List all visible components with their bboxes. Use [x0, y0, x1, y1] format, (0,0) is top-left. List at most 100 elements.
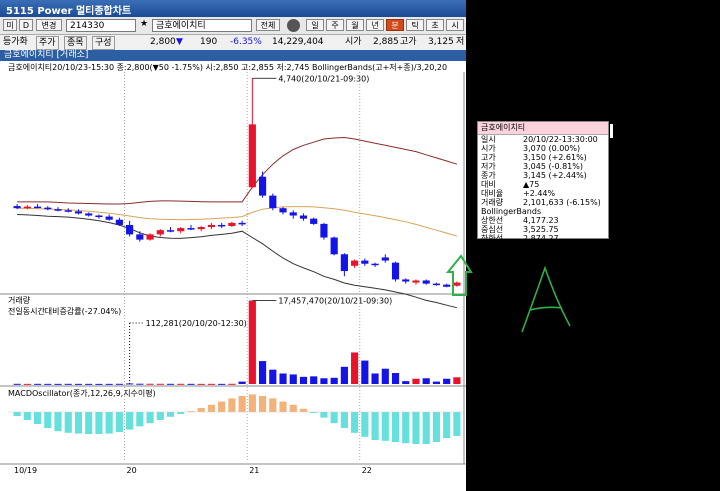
- macd-bar-43: [453, 412, 461, 436]
- handwritten-a-stroke: [521, 265, 571, 333]
- volume-bar-31: [330, 377, 338, 384]
- volume-bar-14: [156, 383, 164, 385]
- macd-bar-34: [361, 412, 369, 437]
- gear-icon[interactable]: [287, 19, 300, 32]
- candle-29: [310, 218, 318, 224]
- x-axis-label-0: 10/19: [14, 466, 37, 475]
- volume-max-label: 17,457,470(20/10/21-09:30): [278, 297, 392, 306]
- macd-bar-8: [95, 412, 103, 434]
- period-tab-5[interactable]: 틱: [406, 19, 424, 31]
- candle-32: [340, 254, 348, 272]
- price-cell-1[interactable]: 주가: [36, 36, 59, 50]
- chart-area[interactable]: 금호에이치티 [거래소] 금호에이치티20/10/23-15:30 종:2,80…: [0, 50, 466, 491]
- high-value: 3,125: [428, 37, 454, 47]
- volume-bar-40: [422, 378, 430, 384]
- menu-button[interactable]: 미: [3, 19, 17, 31]
- candle-35: [371, 263, 379, 266]
- volume-bar-2: [33, 383, 42, 385]
- stock-name-field[interactable]: 금호에이치티: [152, 19, 252, 32]
- candle-26: [279, 208, 287, 213]
- candle-20: [218, 224, 226, 227]
- candle-13: [146, 234, 154, 240]
- candle-7: [85, 213, 93, 216]
- macd-bar-2: [33, 412, 42, 424]
- candle-4: [54, 209, 62, 211]
- macd-bar-36: [381, 412, 389, 441]
- candle-9: [105, 216, 113, 220]
- toolbar: 미 D 변경 214330 ★ 금호에이치티 전체 일주월년분틱초시: [0, 17, 466, 35]
- candle-37: [391, 262, 400, 280]
- change-button[interactable]: 변경: [36, 19, 62, 31]
- all-button[interactable]: 전체: [256, 19, 280, 31]
- candle-43: [453, 282, 461, 286]
- volume-bar-15: [166, 383, 175, 385]
- macd-bar-27: [289, 404, 297, 412]
- volume-bar-0: [13, 383, 21, 385]
- volume-bar-9: [105, 383, 113, 385]
- candle-5: [64, 210, 72, 212]
- candle-42: [443, 284, 451, 287]
- macd-bar-15: [166, 412, 175, 417]
- macd-bar-14: [156, 412, 164, 420]
- price-legend: 금호에이치티20/10/23-15:30 종:2,800(▼50 -1.75%)…: [8, 62, 447, 72]
- macd-bar-30: [320, 412, 328, 418]
- macd-bar-28: [299, 408, 308, 412]
- candle-41: [432, 283, 441, 286]
- tooltip-bb-key-2: 하한선: [481, 234, 504, 243]
- volume-bar-24: [258, 361, 267, 384]
- candle-30: [320, 223, 328, 238]
- candle-10: [115, 219, 123, 225]
- macd-bar-21: [228, 398, 236, 412]
- macd-bar-16: [177, 412, 185, 414]
- d-button[interactable]: D: [19, 19, 33, 31]
- volume-bar-27: [289, 374, 297, 384]
- candle-40: [422, 280, 430, 284]
- volume-bar-35: [371, 373, 379, 384]
- volume-bar-1: [23, 383, 31, 385]
- candle-36: [381, 257, 389, 261]
- candle-6: [74, 211, 83, 214]
- volume-bar-10: [115, 383, 123, 385]
- favorite-icon[interactable]: ★: [140, 19, 148, 29]
- price-cell-2[interactable]: 종목: [64, 36, 87, 50]
- price-cell-0[interactable]: 등가화: [3, 36, 28, 48]
- candle-14: [156, 230, 164, 235]
- period-tab-4[interactable]: 분: [386, 19, 404, 31]
- period-tab-2[interactable]: 월: [346, 19, 364, 31]
- macd-bar-6: [74, 412, 83, 434]
- price-cell-3[interactable]: 구성: [92, 36, 115, 50]
- window-title: 5115 Power 멀티종합차트: [6, 6, 132, 17]
- volume-bar-28: [299, 376, 308, 384]
- candle-34: [361, 260, 369, 264]
- period-tab-7[interactable]: 시: [446, 19, 464, 31]
- bb-upper-line: [17, 136, 458, 205]
- macd-bar-25: [269, 398, 277, 412]
- period-tab-0[interactable]: 일: [306, 19, 324, 31]
- chart-svg[interactable]: 금호에이치티20/10/23-15:30 종:2,800(▼50 -1.75%)…: [0, 50, 466, 491]
- candle-33: [351, 260, 359, 266]
- macd-bar-5: [64, 412, 72, 433]
- volume-change-legend: 전일동시간대비증감률(-27.04%): [8, 306, 121, 316]
- macd-bar-3: [44, 412, 52, 428]
- volume-bar-41: [432, 381, 441, 384]
- period-tab-6[interactable]: 초: [426, 19, 444, 31]
- period-tab-3[interactable]: 년: [366, 19, 384, 31]
- macd-bar-37: [391, 412, 400, 442]
- open-label: 시가: [345, 37, 362, 47]
- macd-bar-39: [412, 412, 420, 444]
- macd-bar-12: [136, 412, 144, 427]
- x-axis-label-1: 20: [127, 466, 137, 475]
- macd-bar-0: [13, 412, 21, 416]
- stock-code-input[interactable]: 214330: [66, 19, 136, 32]
- volume-bar-18: [197, 383, 205, 385]
- candle-1: [23, 206, 31, 209]
- candle-12: [136, 234, 144, 240]
- candle-0: [13, 206, 21, 209]
- tooltip-bb-value-2: 2,874.27: [523, 234, 559, 243]
- macd-bar-32: [340, 412, 348, 428]
- macd-bar-40: [422, 412, 430, 444]
- period-tab-1[interactable]: 주: [326, 19, 344, 31]
- candle-23: [248, 124, 256, 188]
- open-value: 2,885: [373, 37, 399, 47]
- macd-legend: MACDOscillator(종가,12,26,9,지수이평): [8, 388, 156, 398]
